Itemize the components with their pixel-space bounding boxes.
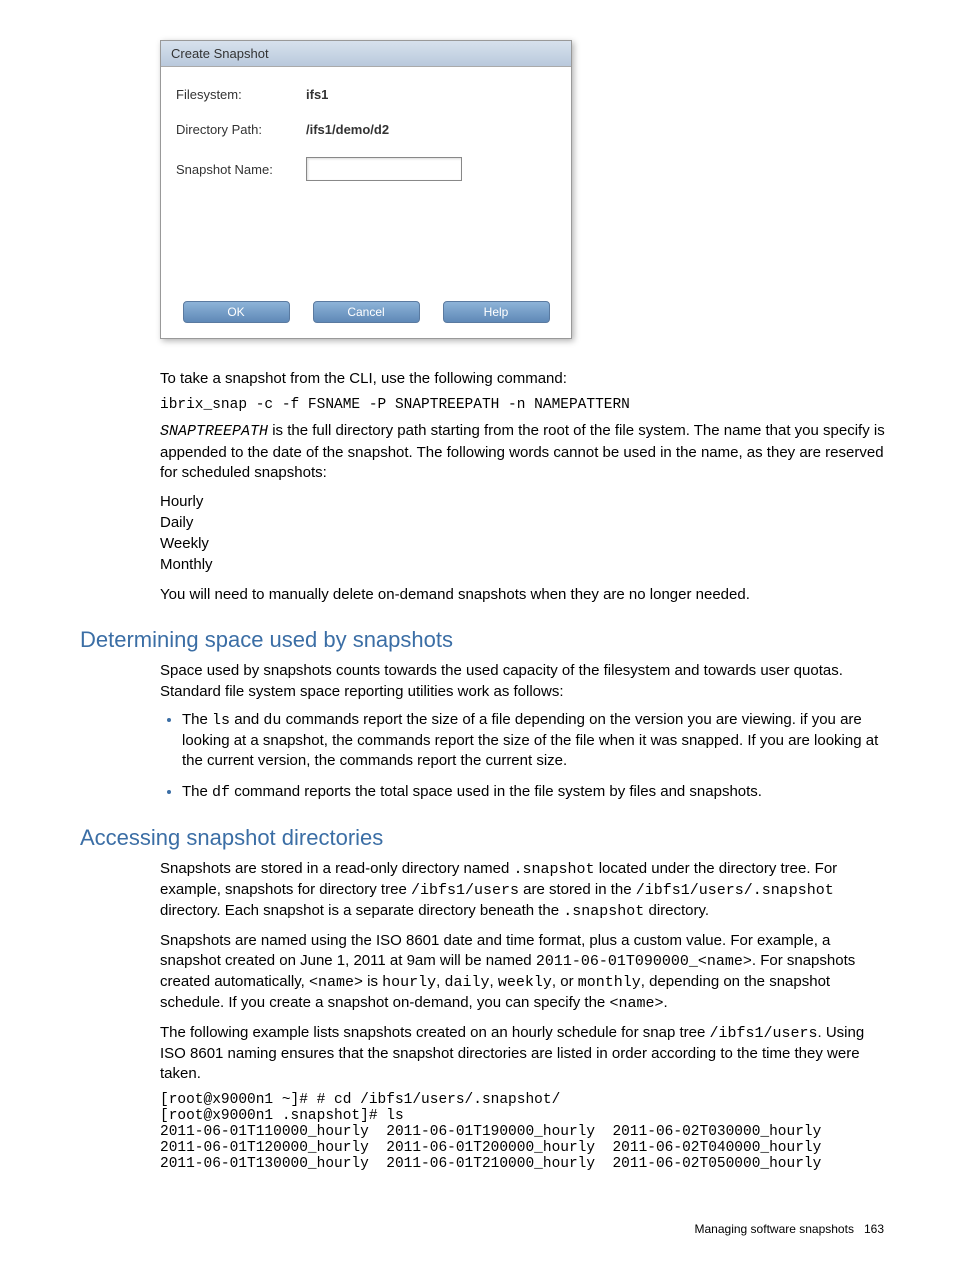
access-p1: Snapshots are stored in a read-only dire… <box>160 859 894 923</box>
filesystem-row: Filesystem: ifs1 <box>176 87 556 102</box>
directory-path-row: Directory Path: /ifs1/demo/d2 <box>176 122 556 137</box>
footer-text: Managing software snapshots <box>695 1222 854 1236</box>
reserved-weekly: Weekly <box>160 533 894 554</box>
space-bullets: The ls and du commands report the size o… <box>160 710 894 803</box>
ok-button[interactable]: OK <box>183 301 290 323</box>
reserved-words-list: Hourly Daily Weekly Monthly <box>160 491 894 575</box>
dialog-body: Filesystem: ifs1 Directory Path: /ifs1/d… <box>161 67 571 211</box>
snapshot-name-row: Snapshot Name: <box>176 157 556 181</box>
filesystem-value: ifs1 <box>306 87 328 102</box>
directory-path-label: Directory Path: <box>176 122 306 137</box>
manual-delete-text: You will need to manually delete on-dema… <box>160 585 894 605</box>
dialog-title: Create Snapshot <box>161 41 571 67</box>
space-intro: Space used by snapshots counts towards t… <box>160 661 894 702</box>
directory-path-value: /ifs1/demo/d2 <box>306 122 389 137</box>
dialog-button-bar: OK Cancel Help <box>161 291 571 338</box>
reserved-monthly: Monthly <box>160 554 894 575</box>
snapshot-name-input[interactable] <box>306 157 462 181</box>
snapshot-ls-output: [root@x9000n1 ~]# # cd /ibfs1/users/.sna… <box>160 1092 894 1172</box>
section-heading-access: Accessing snapshot directories <box>80 825 894 851</box>
create-snapshot-dialog: Create Snapshot Filesystem: ifs1 Directo… <box>160 40 572 339</box>
snaptreepath-paragraph: SNAPTREEPATH is the full directory path … <box>160 421 894 483</box>
section1-content: Space used by snapshots counts towards t… <box>160 661 894 803</box>
snapshot-name-label: Snapshot Name: <box>176 162 306 177</box>
body-content: To take a snapshot from the CLI, use the… <box>160 369 894 605</box>
access-p3: The following example lists snapshots cr… <box>160 1023 894 1085</box>
section2-content: Snapshots are stored in a read-only dire… <box>160 859 894 1173</box>
snaptreepath-code: SNAPTREEPATH <box>160 423 268 440</box>
filesystem-label: Filesystem: <box>176 87 306 102</box>
bullet-df: The df command reports the total space u… <box>182 782 894 803</box>
page-footer: Managing software snapshots 163 <box>60 1222 894 1236</box>
reserved-hourly: Hourly <box>160 491 894 512</box>
access-p2: Snapshots are named using the ISO 8601 d… <box>160 931 894 1015</box>
footer-page: 163 <box>864 1222 884 1236</box>
reserved-daily: Daily <box>160 512 894 533</box>
cli-intro-text: To take a snapshot from the CLI, use the… <box>160 369 894 389</box>
bullet-ls-du: The ls and du commands report the size o… <box>182 710 894 772</box>
cancel-button[interactable]: Cancel <box>313 301 420 323</box>
help-button[interactable]: Help <box>443 301 550 323</box>
section-heading-space: Determining space used by snapshots <box>80 627 894 653</box>
cli-command: ibrix_snap -c -f FSNAME -P SNAPTREEPATH … <box>160 397 894 413</box>
snaptreepath-desc: is the full directory path starting from… <box>160 422 885 481</box>
